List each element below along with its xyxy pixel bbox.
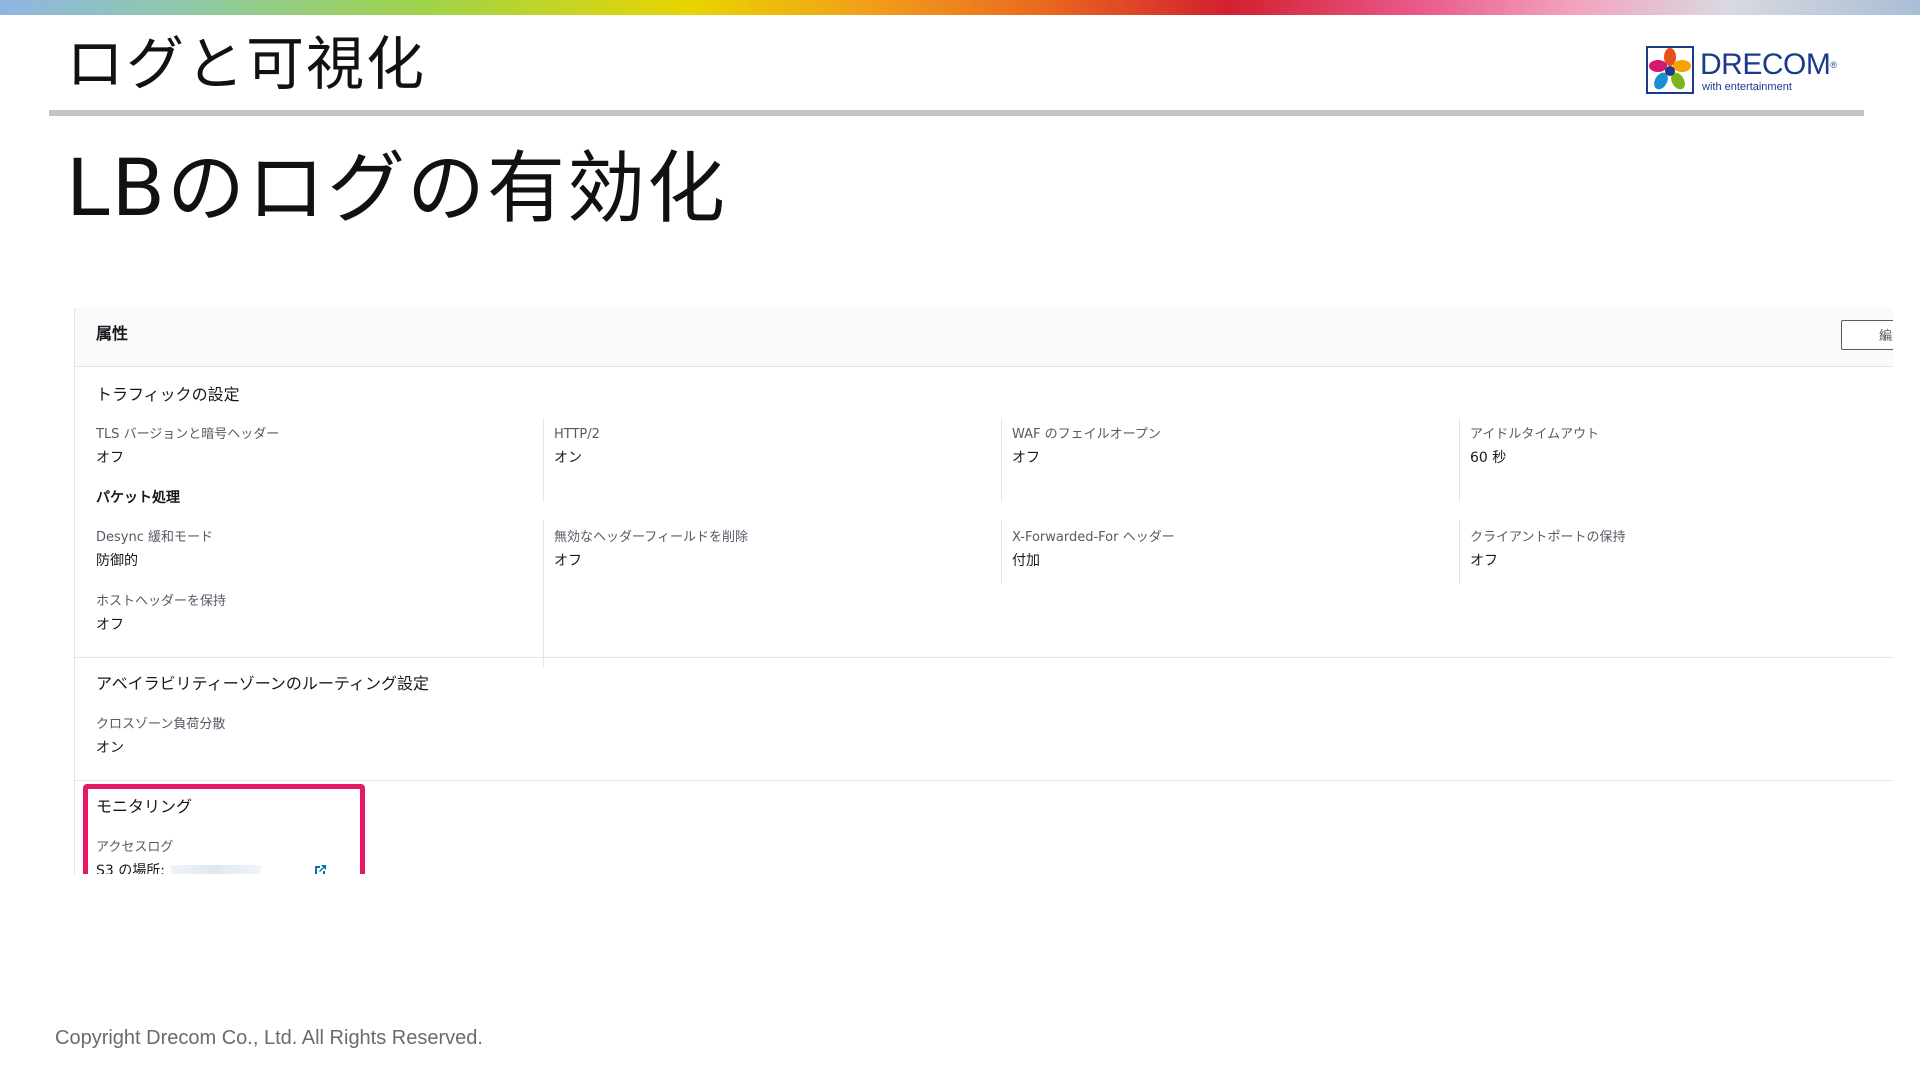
attr-preserve-host-header: ホストヘッダーを保持 オフ xyxy=(96,594,227,633)
column-separator xyxy=(1459,520,1460,584)
az-routing-title: アベイラビリティーゾーンのルーティング設定 xyxy=(96,674,429,693)
edit-button[interactable]: 編集 xyxy=(1841,320,1893,350)
attr-idle-timeout: アイドルタイムアウト 60 秒 xyxy=(1470,427,1600,466)
monitoring-highlight-box xyxy=(83,784,365,874)
section-heading: LBのログの有効化 xyxy=(66,144,727,234)
attr-desync-mode: Desync 緩和モード 防御的 xyxy=(96,530,213,569)
column-separator xyxy=(543,520,544,668)
attr-x-forwarded-for: X-Forwarded-For ヘッダー 付加 xyxy=(1012,530,1175,569)
section-divider xyxy=(75,780,1893,781)
attr-waf-fail-open: WAF のフェイルオープン オフ xyxy=(1012,427,1161,466)
column-separator xyxy=(1001,418,1002,502)
logo-tagline: with entertainment xyxy=(1702,81,1792,93)
packet-handling-title: パケット処理 xyxy=(96,490,180,506)
slide-title: ログと可視化 xyxy=(66,30,427,98)
flower-logo-icon xyxy=(1646,46,1694,94)
column-separator xyxy=(1001,520,1002,584)
attr-cross-zone-lb: クロスゾーン負荷分散 オン xyxy=(96,717,226,756)
drecom-logo: DRECOM® with entertainment xyxy=(1646,44,1846,96)
attr-tls-headers: TLS バージョンと暗号ヘッダー オフ xyxy=(96,427,280,466)
attr-http2: HTTP/2 オン xyxy=(554,427,600,466)
logo-wordmark: DRECOM® xyxy=(1700,48,1837,81)
title-divider xyxy=(49,110,1864,116)
section-divider xyxy=(75,657,1893,658)
panel-title: 属性 xyxy=(96,324,129,343)
attr-preserve-client-port: クライアントポートの保持 オフ xyxy=(1470,530,1626,569)
traffic-settings-title: トラフィックの設定 xyxy=(96,385,240,404)
rainbow-top-bar xyxy=(0,0,1920,15)
panel-header: 属性 編集 xyxy=(75,308,1893,367)
lb-attributes-panel: 属性 編集 トラフィックの設定 TLS バージョンと暗号ヘッダー オフ HTTP… xyxy=(74,308,1893,874)
column-separator xyxy=(543,418,544,502)
column-separator xyxy=(1459,418,1460,502)
copyright-footer: Copyright Drecom Co., Ltd. All Rights Re… xyxy=(55,1027,483,1049)
attr-drop-invalid-headers: 無効なヘッダーフィールドを削除 オフ xyxy=(554,530,748,569)
